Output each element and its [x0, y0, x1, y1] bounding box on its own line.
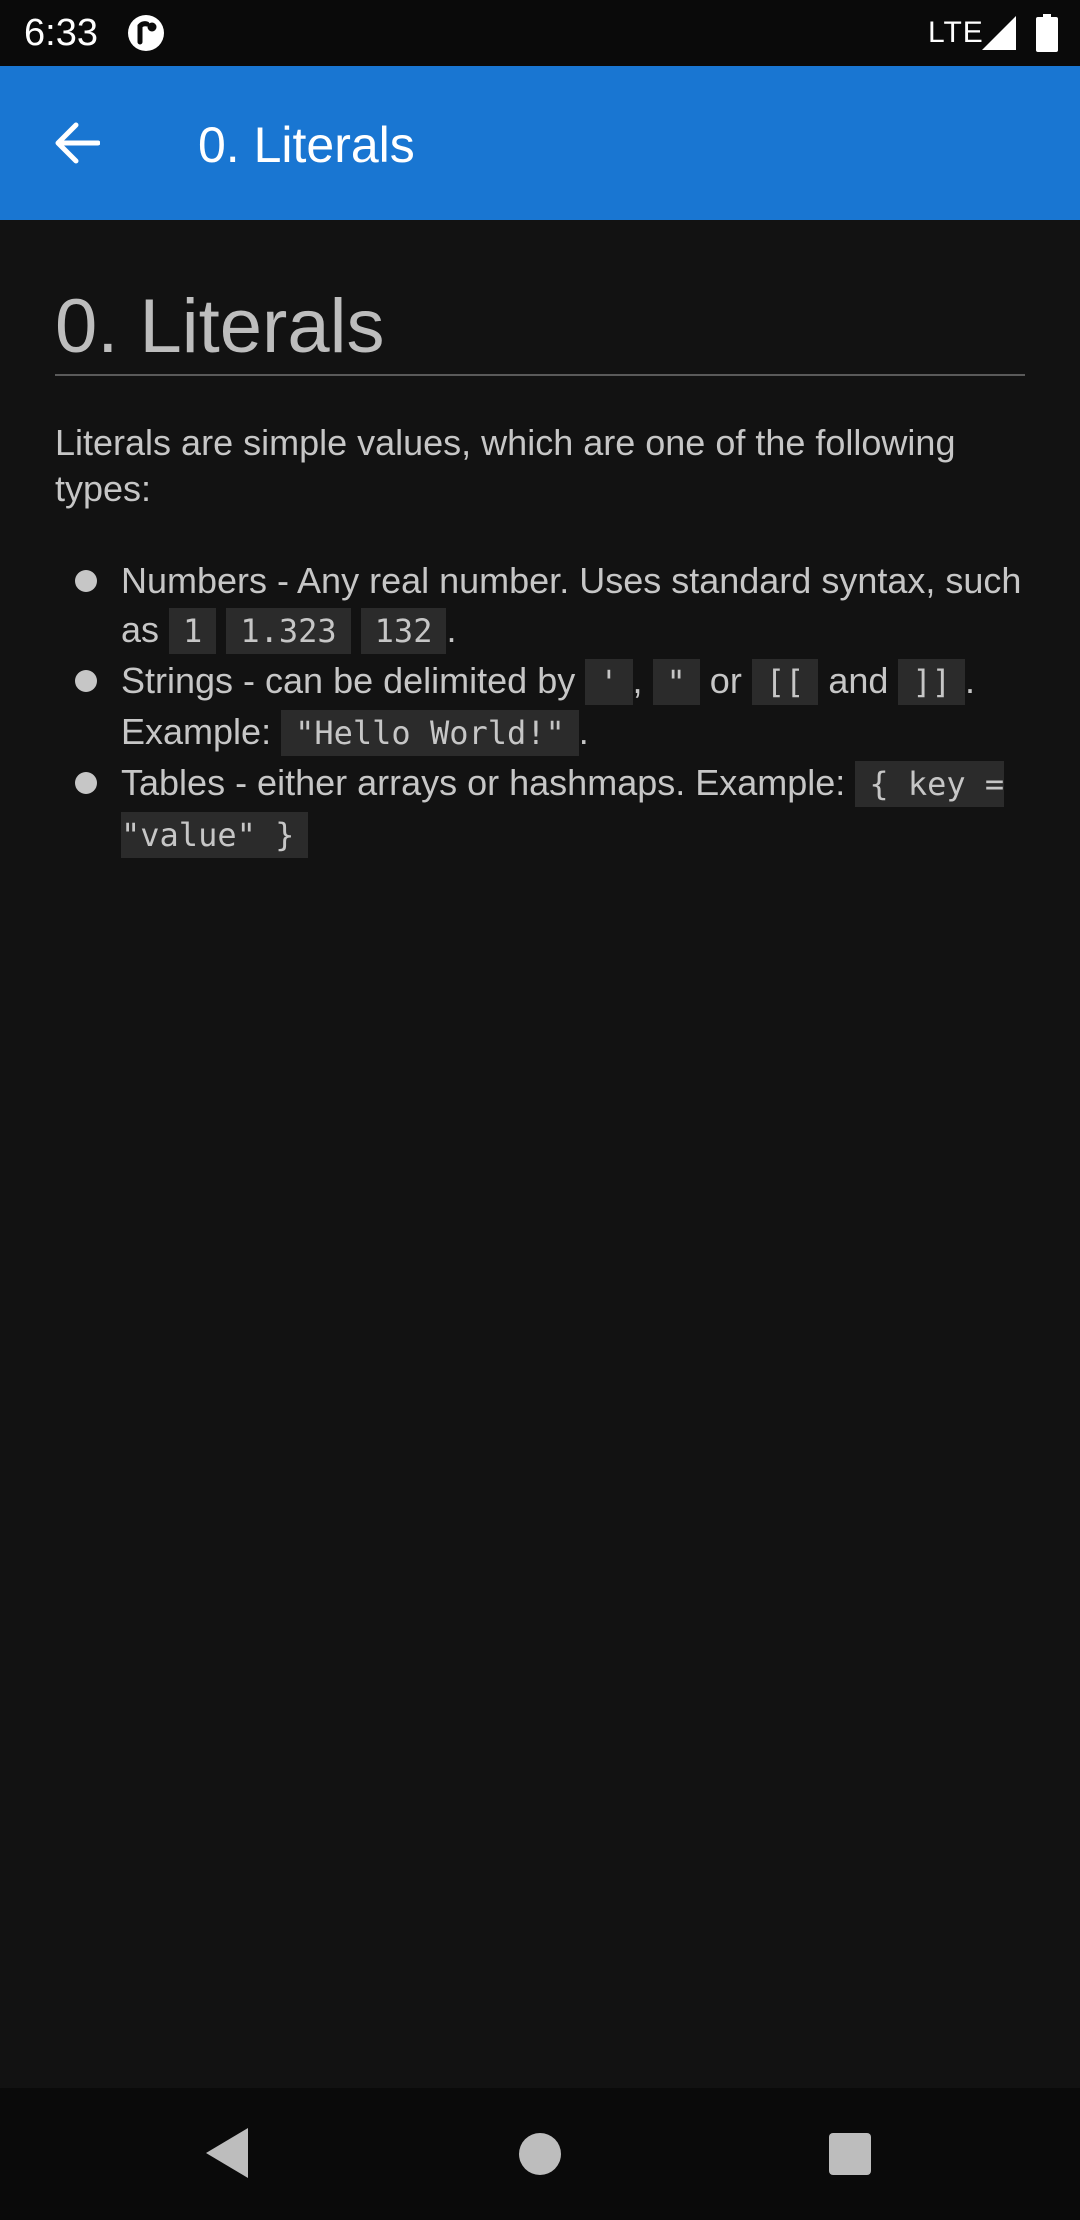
nav-back-icon[interactable] [204, 2126, 250, 2180]
bullet-icon [75, 772, 97, 794]
status-time: 6:33 [24, 12, 98, 54]
signal-icon [982, 16, 1016, 50]
nav-home-icon[interactable] [519, 2133, 561, 2175]
code-number-2: 1.323 [226, 608, 351, 654]
code-hello-world: "Hello World!" [281, 710, 579, 756]
code-single-quote: ' [585, 659, 633, 705]
intro-paragraph: Literals are simple values, which are on… [55, 422, 956, 509]
code-close-brackets: ]] [898, 659, 965, 705]
system-nav-bar [0, 2088, 1080, 2220]
nav-recents-icon[interactable] [829, 2133, 871, 2175]
code-number-3: 132 [360, 608, 447, 654]
list-item-numbers: Numbers - Any real number. Uses standard… [55, 556, 1025, 656]
strings-sep-2: or [699, 660, 752, 701]
strings-sep-3: and [818, 660, 889, 701]
tables-text: Tables - either arrays or hashmaps. Exam… [121, 762, 856, 803]
code-open-brackets: [[ [751, 659, 819, 705]
status-bar: 6:33 LTE [0, 0, 1080, 66]
network-type: LTE [928, 16, 984, 49]
code-number-1: 1 [169, 608, 217, 654]
literal-types-list: Numbers - Any real number. Uses standard… [55, 556, 1025, 860]
app-bar: 0. Literals [0, 66, 1080, 220]
numbers-end: . [446, 609, 457, 650]
list-item-strings: Strings - can be delimited by ', " or [[… [55, 656, 1025, 758]
bullet-icon [75, 670, 97, 692]
app-notification-icon [128, 15, 164, 51]
battery-icon [1036, 14, 1058, 52]
arrow-left-icon [55, 122, 100, 164]
article-content: 0. Literals Literals are simple values, … [55, 220, 1025, 860]
list-item-tables: Tables - either arrays or hashmaps. Exam… [55, 758, 1025, 860]
app-bar-title: 0. Literals [198, 117, 415, 173]
strings-end: . [578, 711, 589, 752]
back-button[interactable] [32, 103, 122, 183]
bullet-icon [75, 570, 97, 592]
page-heading: 0. Literals [55, 282, 1025, 376]
strings-text: Strings - can be delimited by [121, 660, 586, 701]
code-double-quote: " [652, 659, 700, 705]
strings-sep-1: , [632, 660, 643, 701]
